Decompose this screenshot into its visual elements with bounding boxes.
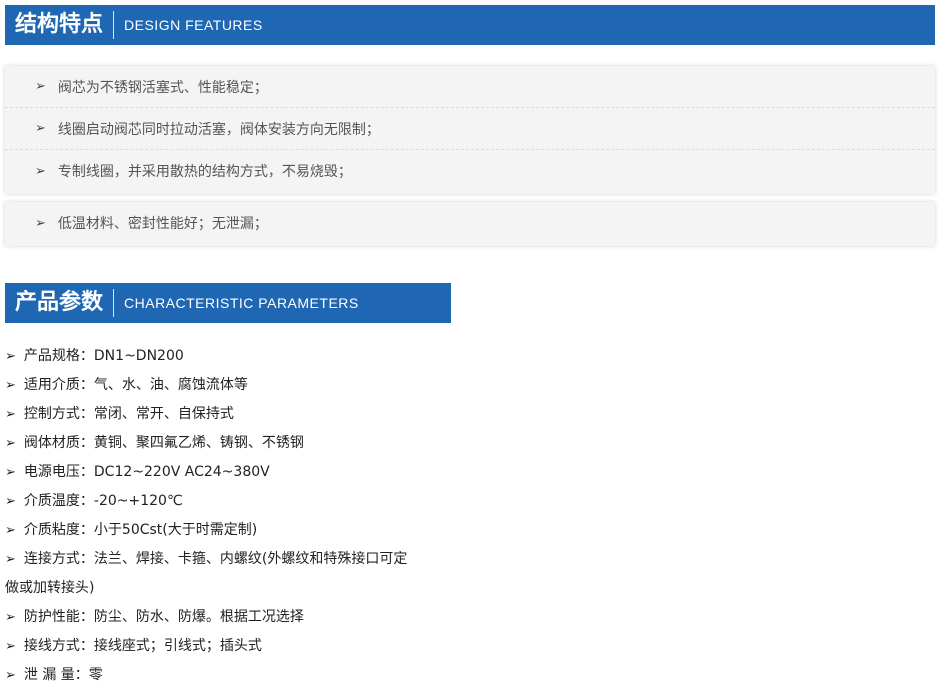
features-box-1: ➢ 阀芯为不锈钢活塞式、性能稳定； ➢ 线圈启动阀芯同时拉动活塞，阀体安装方向无… xyxy=(5,66,935,194)
feature-text: 阀芯为不锈钢活塞式、性能稳定； xyxy=(57,79,268,96)
arrow-bullet-icon: ➢ xyxy=(5,349,16,364)
param-item: ➢ 介质粘度：小于50Cst(大于时需定制) xyxy=(5,516,445,545)
arrow-bullet-icon: ➢ xyxy=(35,163,46,179)
param-text: 适用介质：气、水、油、腐蚀流体等 xyxy=(23,377,248,393)
feature-item: ➢ 阀芯为不锈钢活塞式、性能稳定； xyxy=(5,66,935,108)
arrow-bullet-icon: ➢ xyxy=(5,494,16,509)
arrow-bullet-icon: ➢ xyxy=(5,465,16,480)
feature-text: 低温材料、密封性能好；无泄漏； xyxy=(57,216,268,232)
param-text: 电源电压：DC12~220V AC24~380V xyxy=(23,464,270,480)
features-box-2: ➢ 低温材料、密封性能好；无泄漏； xyxy=(5,202,935,246)
param-item: ➢ 防护性能：防尘、防水、防爆。根据工况选择 xyxy=(5,603,445,632)
param-text: 接线方式：接线座式；引线式；插头式 xyxy=(23,638,262,654)
param-item: ➢ 泄 漏 量：零 xyxy=(5,661,445,690)
design-features-header: 结构特点 DESIGN FEATURES xyxy=(5,5,935,45)
param-text: 控制方式：常闭、常开、自保持式 xyxy=(23,406,234,422)
arrow-bullet-icon: ➢ xyxy=(35,79,46,94)
feature-item: ➢ 线圈启动阀芯同时拉动活塞，阀体安装方向无限制； xyxy=(5,108,935,150)
arrow-bullet-icon: ➢ xyxy=(5,523,16,538)
feature-item: ➢ 专制线圈，并采用散热的结构方式，不易烧毁； xyxy=(5,150,935,192)
param-text: 泄 漏 量：零 xyxy=(23,667,103,683)
arrow-bullet-icon: ➢ xyxy=(5,552,16,567)
param-text: 阀体材质：黄铜、聚四氟乙烯、铸钢、不锈钢 xyxy=(23,435,304,451)
design-features-title-zh: 结构特点 xyxy=(15,12,104,37)
arrow-bullet-icon: ➢ xyxy=(5,407,16,422)
arrow-bullet-icon: ➢ xyxy=(5,639,16,654)
param-text: 介质温度：-20~+120℃ xyxy=(23,493,183,509)
arrow-bullet-icon: ➢ xyxy=(5,378,16,393)
arrow-bullet-icon: ➢ xyxy=(5,668,16,683)
param-text: 连接方式：法兰、焊接、卡箍、内螺纹(外螺纹和特殊接口可定 xyxy=(23,551,408,567)
param-text: 介质粘度：小于50Cst(大于时需定制) xyxy=(23,522,258,538)
parameters-list: ➢ 产品规格：DN1~DN200 ➢ 适用介质：气、水、油、腐蚀流体等 ➢ 控制方式：… xyxy=(5,342,445,690)
feature-text: 专制线圈，并采用散热的结构方式，不易烧毁； xyxy=(57,164,352,180)
param-text: 防护性能：防尘、防水、防爆。根据工况选择 xyxy=(23,609,304,625)
parameters-title-en: CHARACTERISTIC PARAMETERS xyxy=(124,295,359,311)
param-text: 产品规格：DN1~DN200 xyxy=(23,348,184,364)
param-item: ➢ 电源电压：DC12~220V AC24~380V xyxy=(5,458,445,487)
arrow-bullet-icon: ➢ xyxy=(5,436,16,451)
param-item: ➢ 介质温度：-20~+120℃ xyxy=(5,487,445,516)
param-item: ➢ 接线方式：接线座式；引线式；插头式 xyxy=(5,632,445,661)
feature-text: 线圈启动阀芯同时拉动活塞，阀体安装方向无限制； xyxy=(57,121,380,138)
design-features-title-en: DESIGN FEATURES xyxy=(124,17,263,33)
parameters-title-zh: 产品参数 xyxy=(15,290,104,315)
param-item: ➢ 产品规格：DN1~DN200 xyxy=(5,342,445,371)
param-text: 做或加转接头) xyxy=(5,580,95,596)
param-item: ➢ 控制方式：常闭、常开、自保持式 xyxy=(5,400,445,429)
arrow-bullet-icon: ➢ xyxy=(35,121,46,136)
param-item: ➢ 连接方式：法兰、焊接、卡箍、内螺纹(外螺纹和特殊接口可定 xyxy=(5,545,445,574)
arrow-bullet-icon: ➢ xyxy=(5,610,16,625)
param-item: ➢ 适用介质：气、水、油、腐蚀流体等 xyxy=(5,371,445,400)
param-item-continuation: 做或加转接头) xyxy=(5,574,445,603)
param-item: ➢ 阀体材质：黄铜、聚四氟乙烯、铸钢、不锈钢 xyxy=(5,429,445,458)
parameters-header: 产品参数 CHARACTERISTIC PARAMETERS xyxy=(5,283,451,323)
arrow-bullet-icon: ➢ xyxy=(35,215,46,231)
feature-item: ➢ 低温材料、密封性能好；无泄漏； xyxy=(5,202,935,244)
